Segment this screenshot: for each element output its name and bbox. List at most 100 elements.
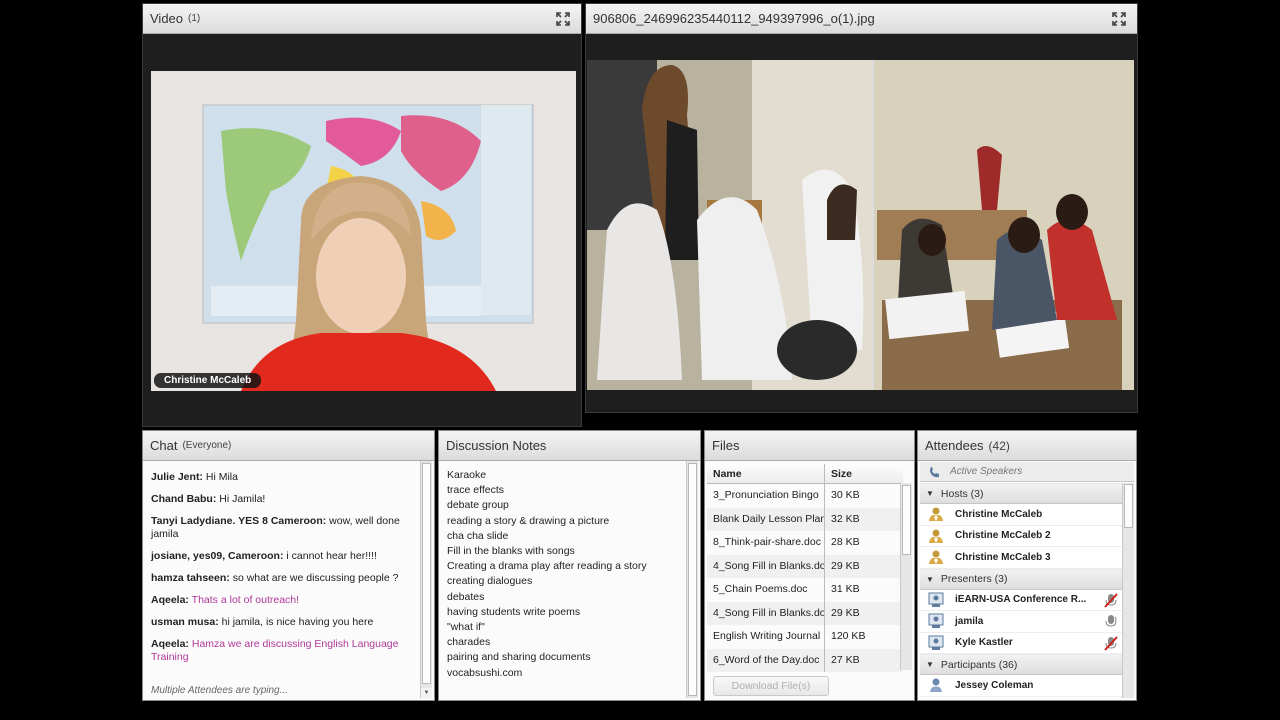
note-line: "what if" [447,621,485,634]
note-line: pairing and sharing documents [447,651,591,664]
files-table-body: 3_Pronunciation Bingo 30 KB Blank Daily L… [707,484,903,672]
files-scroll-thumb[interactable] [902,485,911,555]
shared-image [587,60,1134,390]
attendee-row[interactable]: Christine McCaleb [920,504,1122,526]
image-pod-title: 906806_246996235440112_949397996_o(1).jp… [593,11,875,26]
notes-scroll-thumb[interactable] [688,463,697,696]
chat-sender: hamza tahseen: [151,572,230,584]
attendees-pod-header: Attendees (42) [918,431,1136,461]
mic-muted-icon[interactable] [1104,592,1118,608]
chat-text: hi jamila, is nice having you here [221,616,374,628]
group-hosts[interactable]: ▼ Hosts (3) [920,483,1122,504]
files-pod: Files Name Size 3_Pronunciation Bingo 30 … [704,430,915,701]
file-row[interactable]: 4_Song Fill in Blanks.doc 29 KB [707,554,903,578]
video-name-tag: Christine McCaleb [154,373,262,388]
classroom-photo [587,60,1134,390]
mic-active-icon[interactable] [1104,614,1118,629]
collapse-triangle-icon[interactable]: ▼ [926,660,934,669]
attendee-row[interactable]: Kyle Kastler [920,632,1122,654]
notes-pod-header: Discussion Notes [439,431,700,461]
attendee-name: jamila [955,615,984,627]
mic-muted-icon[interactable] [1104,635,1118,651]
chat-text: i cannot hear her!!!! [286,550,377,562]
files-table: Name Size 3_Pronunciation Bingo 30 KB Bla… [707,464,903,672]
chat-scope[interactable]: (Everyone) [182,440,231,451]
download-files-button[interactable]: Download File(s) [713,676,829,696]
note-line: charades [447,636,491,649]
video-pod-header: Video (1) [143,4,581,34]
chat-scroll-thumb[interactable] [422,463,431,684]
image-pod: 906806_246996235440112_949397996_o(1).jp… [585,3,1138,413]
expand-icon[interactable] [1111,11,1127,27]
scroll-down-icon[interactable]: ▼ [421,688,432,698]
attendee-row[interactable]: Christine McCaleb 2 [920,525,1122,547]
chat-text: Hamza we are discussing English Language… [151,638,399,663]
column-header-size[interactable]: Size [825,464,903,483]
file-name: 5_Chain Poems.doc [707,578,825,602]
file-name: 3_Pronunciation Bingo [707,484,825,508]
file-row[interactable]: 8_Think-pair-share.doc 28 KB [707,531,903,555]
files-pod-header: Files [705,431,914,461]
group-presenters[interactable]: ▼ Presenters (3) [920,568,1122,590]
chat-sender: Aqeela: [151,594,189,606]
chat-message: Aqeela: Hamza we are discussing English … [151,638,417,664]
attendees-scrollbar[interactable] [1122,483,1134,698]
expand-icon[interactable] [555,11,571,27]
file-row[interactable]: English Writing Journal 120 KB [707,625,903,649]
file-row[interactable]: 5_Chain Poems.doc 31 KB [707,578,903,602]
active-speakers-label: Active Speakers [950,466,1023,477]
note-line: reading a story & drawing a picture [447,514,610,527]
collapse-triangle-icon[interactable]: ▼ [926,489,934,498]
host-user-icon [929,550,943,565]
chat-sender: Chand Babu: [151,493,217,505]
chat-sender: josiane, yes09, Cameroon: [151,550,284,562]
webcam-video[interactable]: Christine McCaleb [151,71,576,391]
file-row[interactable]: 3_Pronunciation Bingo 30 KB [707,484,903,508]
notes-pod-title: Discussion Notes [446,438,547,453]
notes-pod: Discussion Notes Karaoke trace effects d… [438,430,701,701]
chat-pod-header: Chat (Everyone) [143,431,434,461]
note-line: Creating a drama play after reading a st… [447,560,647,573]
file-row[interactable]: 6_Word of the Day.doc 27 KB [707,648,903,672]
active-speakers-bar: Active Speakers [920,462,1134,482]
chat-message: josiane, yes09, Cameroon: i cannot hear … [151,550,417,563]
file-size: 29 KB [831,606,860,619]
files-table-header: Name Size [707,464,903,484]
attendees-count: (42) [988,438,1010,453]
attendee-row[interactable]: jamila [920,611,1122,633]
chat-sender: Julie Jent: [151,471,203,483]
note-line: Karaoke [447,469,487,481]
chat-message: Chand Babu: Hi Jamila! [151,493,417,506]
attendee-row[interactable]: Jessey Coleman [920,675,1122,697]
chat-text: Hi Jamila! [219,493,266,505]
chat-message: Tanyi Ladydiane. YES 8 Cameroon: wow, we… [151,515,417,541]
attendee-row[interactable]: iEARN-USA Conference R... [920,589,1122,611]
column-header-name[interactable]: Name [707,464,825,483]
files-scrollbar[interactable] [900,483,912,670]
attendees-scroll-thumb[interactable] [1124,484,1133,528]
attendee-name: Kyle Kastler [955,637,1013,649]
group-participants-label: Participants (36) [940,658,1018,671]
file-name: 4_Song Fill in Blanks.doc [707,554,825,578]
group-participants[interactable]: ▼ Participants (36) [920,654,1122,675]
file-row[interactable]: 4_Song Fill in Blanks.doc 29 KB [707,601,903,625]
file-row[interactable]: Blank Daily Lesson Plan 32 KB [707,507,903,531]
host-user-icon [929,529,943,543]
file-name: English Writing Journal [707,625,825,649]
collapse-triangle-icon[interactable]: ▼ [926,575,934,584]
note-line: debate group [447,499,509,512]
file-size: 27 KB [831,653,860,666]
chat-sender: Tanyi Ladydiane. YES 8 Cameroon: [151,515,327,527]
file-name: Blank Daily Lesson Plan [707,507,825,531]
files-pod-title: Files [712,438,740,453]
chat-message-list: Julie Jent: Hi Mila Chand Babu: Hi Jamil… [151,471,417,673]
notes-scrollbar[interactable] [686,461,698,698]
group-presenters-label: Presenters (3) [940,573,1008,585]
note-line: having students write poems [447,605,581,618]
notes-text-area[interactable]: Karaoke trace effects debate group readi… [447,468,683,681]
chat-message: Aqeela: Thats a lot of outreach! [151,594,417,607]
typing-indicator: Multiple Attendees are typing... [151,685,288,696]
note-line: debates [447,590,485,603]
chat-scrollbar[interactable]: ▼ [420,461,432,698]
attendee-row[interactable]: Christine McCaleb 3 [920,547,1122,569]
